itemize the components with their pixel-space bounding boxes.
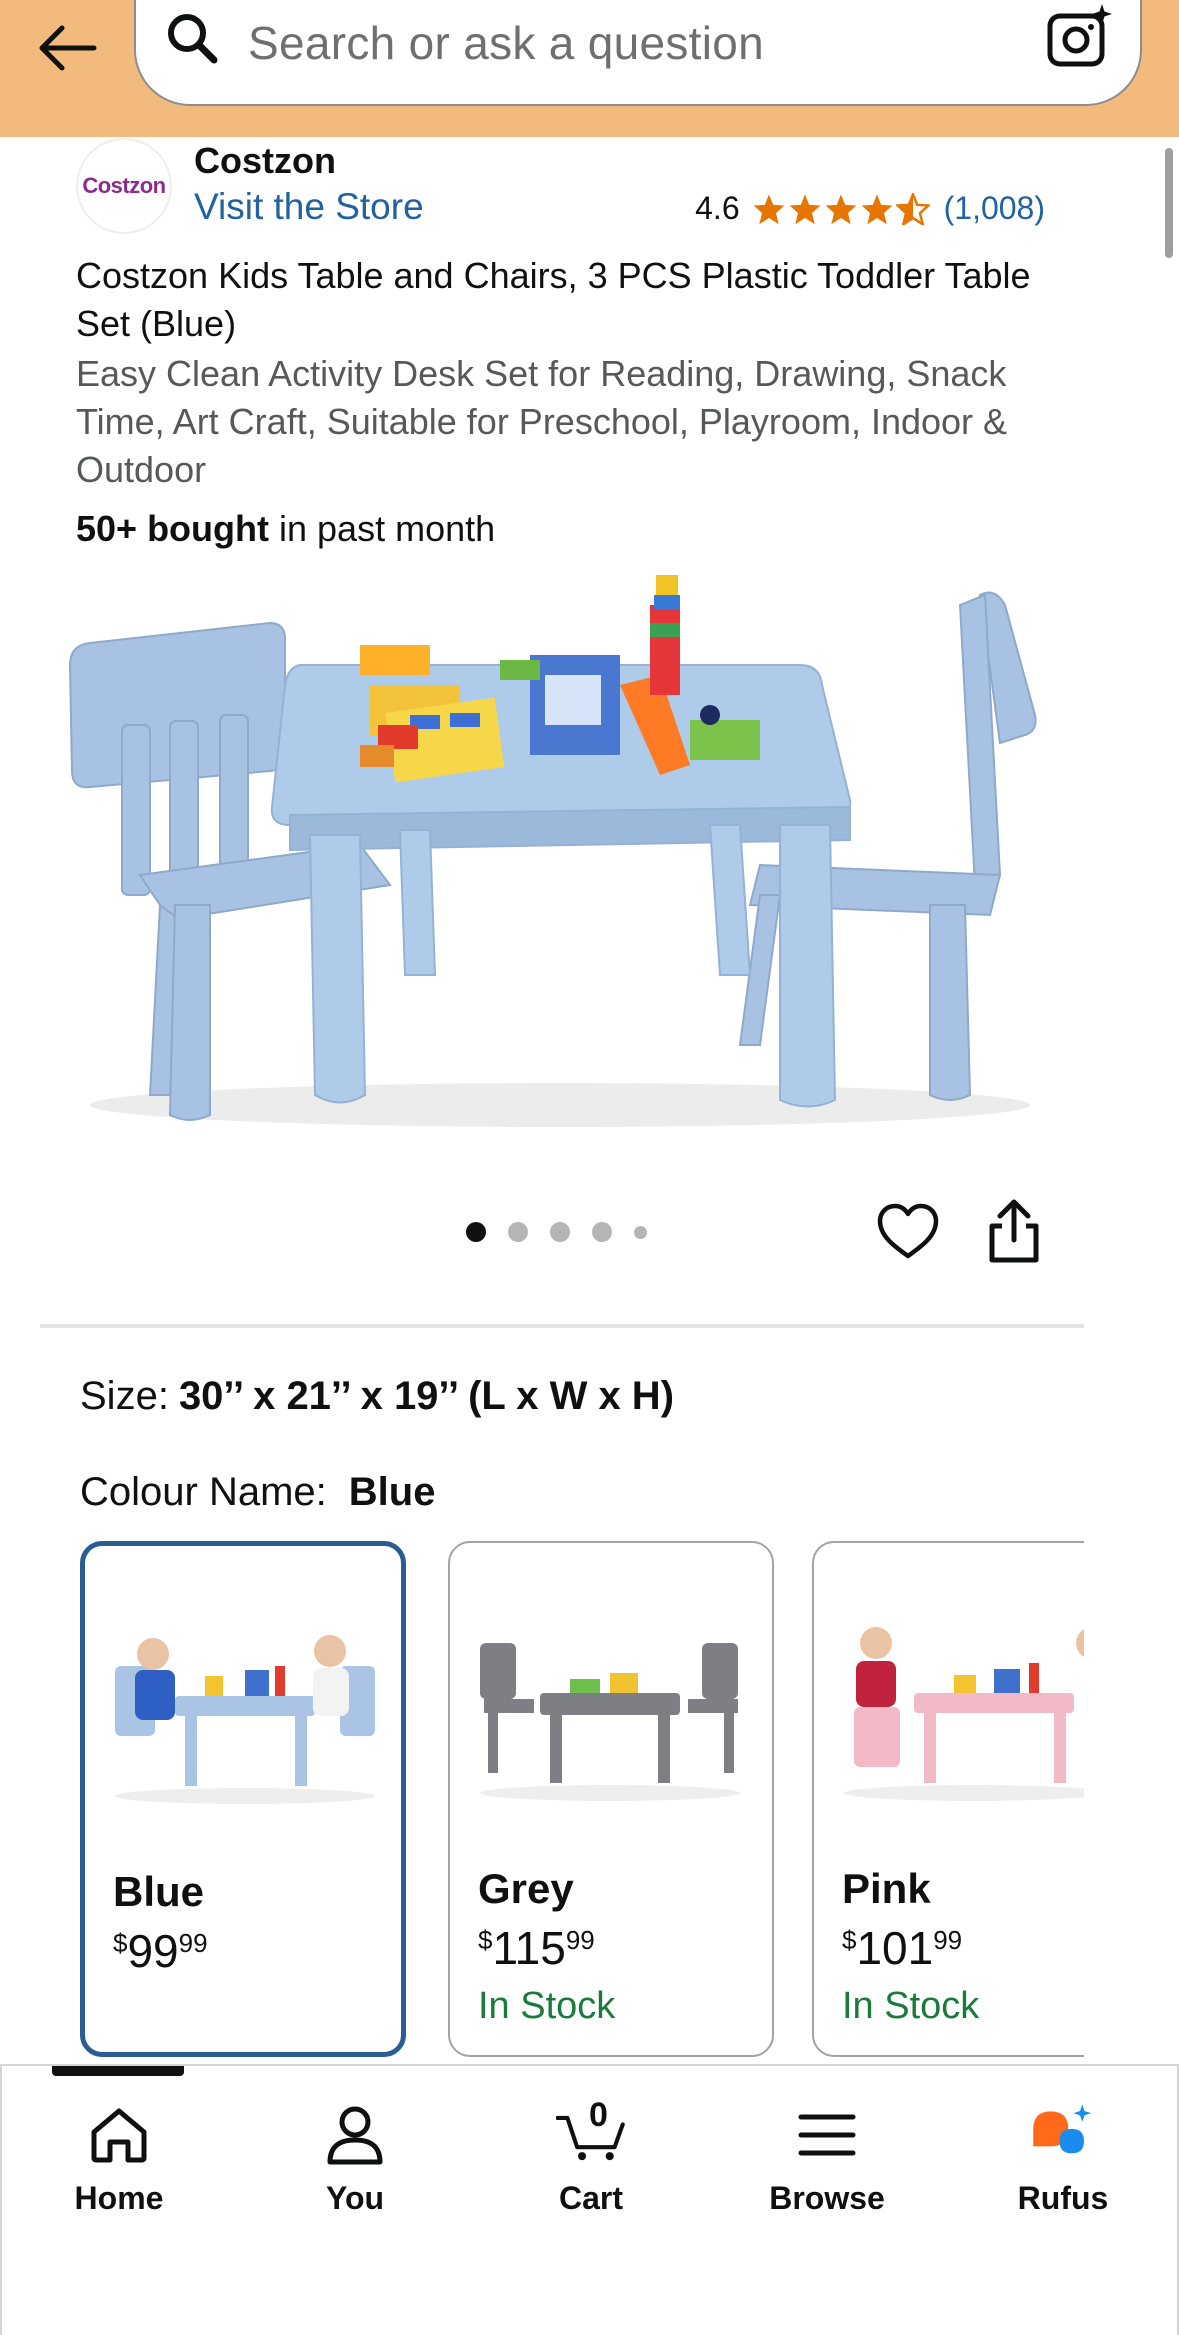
- size-label: Size:: [80, 1374, 169, 1418]
- swatch-price: $99 99: [113, 1924, 208, 1978]
- swatch-name: Blue: [113, 1868, 205, 1915]
- carousel-dot[interactable]: [466, 1222, 486, 1242]
- nav-home[interactable]: Home: [19, 2100, 219, 2217]
- rufus-icon: [1028, 2100, 1098, 2170]
- divider: [40, 1324, 1084, 1328]
- nav-cart-label: Cart: [558, 2180, 623, 2216]
- price-whole: 115: [492, 1922, 566, 1974]
- star-rating: [752, 192, 930, 225]
- star-icon: [861, 193, 892, 224]
- cart-icon: 0: [556, 2096, 626, 2170]
- scrollbar[interactable]: [1165, 148, 1173, 258]
- star-icon: [753, 193, 784, 224]
- star-icon: [789, 193, 820, 224]
- back-arrow-icon: [39, 25, 97, 71]
- menu-icon: [792, 2100, 862, 2170]
- stock-status: In Stock: [842, 1985, 980, 2027]
- heart-icon[interactable]: [876, 1200, 940, 1264]
- brand-logo[interactable]: Costzon: [76, 138, 172, 234]
- nav-browse-label: Browse: [769, 2180, 885, 2216]
- rating-value: 4.6: [695, 190, 740, 226]
- swatch-name: Pink: [842, 1865, 931, 1912]
- swatch-price: $115 99: [478, 1921, 595, 1975]
- camera-search-icon[interactable]: [1044, 2, 1114, 72]
- stock-status: In Stock: [478, 1985, 616, 2027]
- colour-selector: Colour Name: Blue: [80, 1470, 435, 1515]
- search-bar[interactable]: Search or ask a question: [134, 0, 1142, 106]
- nav-home-label: Home: [74, 2180, 164, 2216]
- nav-you[interactable]: You: [255, 2100, 455, 2217]
- half-star-icon: [895, 192, 930, 225]
- bottom-navigation: Home You 0 Cart Browse Rufus: [0, 2064, 1179, 2335]
- swatch-pink[interactable]: Pink $101 99 In Stock: [812, 1541, 1084, 2057]
- star-icon: [825, 193, 856, 224]
- home-icon: [84, 2100, 154, 2170]
- swatch-image: [115, 1635, 375, 1804]
- colour-swatches: Blue $99 99 Grey $115 99 In Stock Pink $…: [80, 1541, 1084, 2061]
- rating-count-link[interactable]: (1,008): [944, 190, 1045, 227]
- image-carousel-dots[interactable]: [466, 1222, 647, 1242]
- price-fraction: 99: [178, 1928, 208, 1958]
- product-title: Costzon Kids Table and Chairs, 3 PCS Pla…: [76, 255, 1031, 344]
- nav-rufus-label: Rufus: [1017, 2180, 1109, 2216]
- search-input[interactable]: Search or ask a question: [248, 16, 764, 70]
- swatch-blue[interactable]: Blue $99 99: [80, 1541, 406, 2057]
- colour-label: Colour Name:: [80, 1470, 327, 1514]
- bought-count-bold: 50+ bought: [76, 508, 270, 549]
- price-currency: $: [478, 1925, 493, 1955]
- active-tab-indicator: [52, 2066, 184, 2076]
- product-image[interactable]: [60, 575, 1060, 1135]
- product-subtitle: Easy Clean Activity Desk Set for Reading…: [76, 353, 1008, 490]
- person-icon: [320, 2100, 390, 2170]
- nav-you-label: You: [325, 2180, 385, 2216]
- price-currency: $: [842, 1925, 857, 1955]
- carousel-dot[interactable]: [550, 1222, 570, 1242]
- brand-name: Costzon: [194, 140, 336, 181]
- price-currency: $: [113, 1928, 128, 1958]
- carousel-dot[interactable]: [634, 1225, 647, 1239]
- share-icon[interactable]: [986, 1198, 1042, 1264]
- colour-value: Blue: [348, 1470, 436, 1514]
- nav-cart[interactable]: 0 Cart: [491, 2096, 691, 2217]
- swatch-name: Grey: [478, 1865, 574, 1912]
- back-button[interactable]: [30, 10, 106, 86]
- carousel-dot[interactable]: [592, 1222, 612, 1242]
- nav-rufus[interactable]: Rufus: [963, 2100, 1163, 2217]
- cart-count: 0: [589, 2096, 608, 2134]
- bought-count-rest: in past month: [269, 508, 496, 549]
- swatch-image: [844, 1627, 1084, 1801]
- visit-store-link[interactable]: Visit the Store: [194, 186, 424, 228]
- carousel-dot[interactable]: [508, 1222, 528, 1242]
- swatch-grey[interactable]: Grey $115 99 In Stock: [448, 1541, 774, 2057]
- nav-browse[interactable]: Browse: [727, 2100, 927, 2217]
- brand-logo-text: Costzon: [82, 173, 166, 198]
- search-icon: [168, 14, 218, 64]
- swatch-price: $101 99: [842, 1921, 962, 1975]
- rating-summary[interactable]: 4.6 (1,008): [695, 190, 1045, 227]
- size-selector: Size: 30’’ x 21’’ x 19’’ (L x W x H): [80, 1374, 674, 1419]
- top-header: Search or ask a question: [0, 0, 1179, 137]
- price-fraction: 99: [565, 1925, 595, 1955]
- price-fraction: 99: [933, 1925, 963, 1955]
- swatch-image: [480, 1643, 740, 1801]
- bought-count: 50+ bought in past month: [76, 508, 495, 550]
- price-whole: 99: [127, 1925, 179, 1977]
- size-value: 30’’ x 21’’ x 19’’ (L x W x H): [178, 1374, 675, 1418]
- price-whole: 101: [856, 1922, 934, 1974]
